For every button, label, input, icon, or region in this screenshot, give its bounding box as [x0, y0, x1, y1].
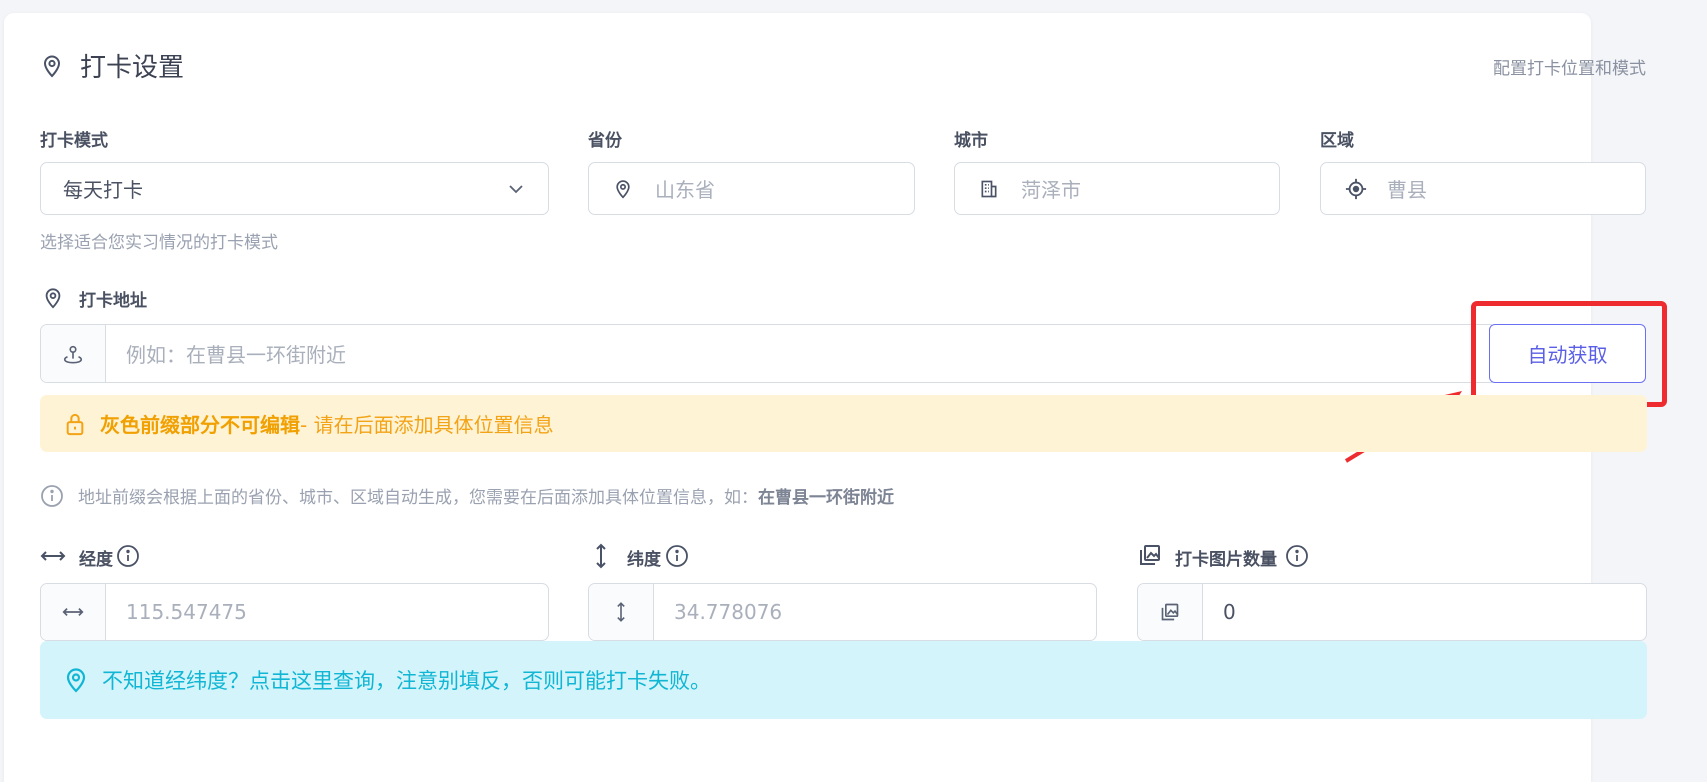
longitude-input-group[interactable]: 115.547475 [40, 583, 549, 641]
page-title: 打卡设置 [80, 53, 185, 83]
horizontal-arrows-icon [40, 545, 66, 567]
city-field[interactable]: 菏泽市 [954, 162, 1280, 215]
latitude-prefix [589, 584, 654, 640]
annotation-highlight-box [1471, 301, 1667, 407]
mode-select-value: 每天打卡 [63, 178, 143, 202]
longitude-label: 经度 [79, 550, 113, 570]
coordinates-help-text: 不知道经纬度？点击这里查询，注意别填反，否则可能打卡失败。 [102, 669, 711, 693]
longitude-placeholder: 115.547475 [126, 600, 247, 624]
image-count-input-group[interactable]: 0 [1137, 583, 1647, 641]
address-label: 打卡地址 [79, 291, 147, 311]
warning-bold-text: 灰色前缀部分不可编辑 [100, 413, 300, 437]
address-prefix [41, 325, 106, 382]
mode-select[interactable]: 每天打卡 [40, 162, 549, 215]
address-note: 地址前缀会根据上面的省份、城市、区域自动生成，您需要在后面添加具体位置信息，如：… [40, 483, 894, 508]
longitude-info-icon[interactable] [116, 544, 140, 568]
image-count-prefix [1138, 584, 1203, 640]
longitude-input[interactable]: 115.547475 [106, 584, 548, 640]
horizontal-arrows-icon [62, 603, 84, 621]
district-placeholder: 曹县 [1387, 178, 1427, 202]
district-label: 区域 [1320, 131, 1354, 151]
province-placeholder: 山东省 [655, 178, 715, 202]
province-label: 省份 [588, 131, 622, 151]
longitude-prefix [41, 584, 106, 640]
address-input-group[interactable]: 例如：在曹县一环街附近 [40, 324, 1492, 383]
map-pin-icon [64, 667, 88, 693]
warning-text: - 请在后面添加具体位置信息 [300, 413, 554, 437]
building-icon [979, 179, 999, 199]
note-text: 地址前缀会根据上面的省份、城市、区域自动生成，您需要在后面添加具体位置信息，如： [78, 488, 758, 508]
page-subtitle: 配置打卡位置和模式 [1493, 59, 1646, 79]
latitude-label: 纬度 [627, 550, 661, 570]
coordinates-help-link[interactable]: 不知道经纬度？点击这里查询，注意别填反，否则可能打卡失败。 [40, 641, 1647, 719]
location-pin-icon [613, 179, 633, 199]
map-pin-icon [40, 54, 64, 78]
vertical-arrows-icon [613, 601, 629, 623]
lock-icon [64, 412, 86, 436]
images-icon [1138, 543, 1162, 567]
vertical-arrows-icon [590, 543, 612, 569]
latitude-placeholder: 34.778076 [674, 600, 783, 624]
crosshair-icon [1345, 178, 1367, 200]
image-count-label: 打卡图片数量 [1175, 550, 1277, 570]
image-count-value: 0 [1223, 600, 1236, 624]
address-placeholder: 例如：在曹县一环街附近 [126, 343, 346, 367]
latitude-info-icon[interactable] [665, 544, 689, 568]
info-icon [40, 484, 64, 508]
latitude-input[interactable]: 34.778076 [654, 584, 1096, 640]
image-count-info-icon[interactable] [1285, 544, 1309, 568]
city-label: 城市 [954, 131, 988, 151]
map-pin-icon [42, 287, 64, 309]
district-field[interactable]: 曹县 [1320, 162, 1646, 215]
mode-label: 打卡模式 [40, 131, 108, 151]
latitude-input-group[interactable]: 34.778076 [588, 583, 1097, 641]
city-placeholder: 菏泽市 [1021, 178, 1081, 202]
mode-help: 选择适合您实习情况的打卡模式 [40, 233, 278, 253]
image-count-input[interactable]: 0 [1203, 584, 1646, 640]
pin-drop-icon [62, 343, 84, 365]
images-icon [1160, 602, 1180, 622]
address-warning: 灰色前缀部分不可编辑 - 请在后面添加具体位置信息 [40, 395, 1647, 452]
chevron-down-icon [506, 179, 526, 199]
province-field[interactable]: 山东省 [588, 162, 915, 215]
address-input[interactable]: 例如：在曹县一环街附近 [106, 325, 1491, 382]
note-example: 在曹县一环街附近 [758, 488, 894, 508]
